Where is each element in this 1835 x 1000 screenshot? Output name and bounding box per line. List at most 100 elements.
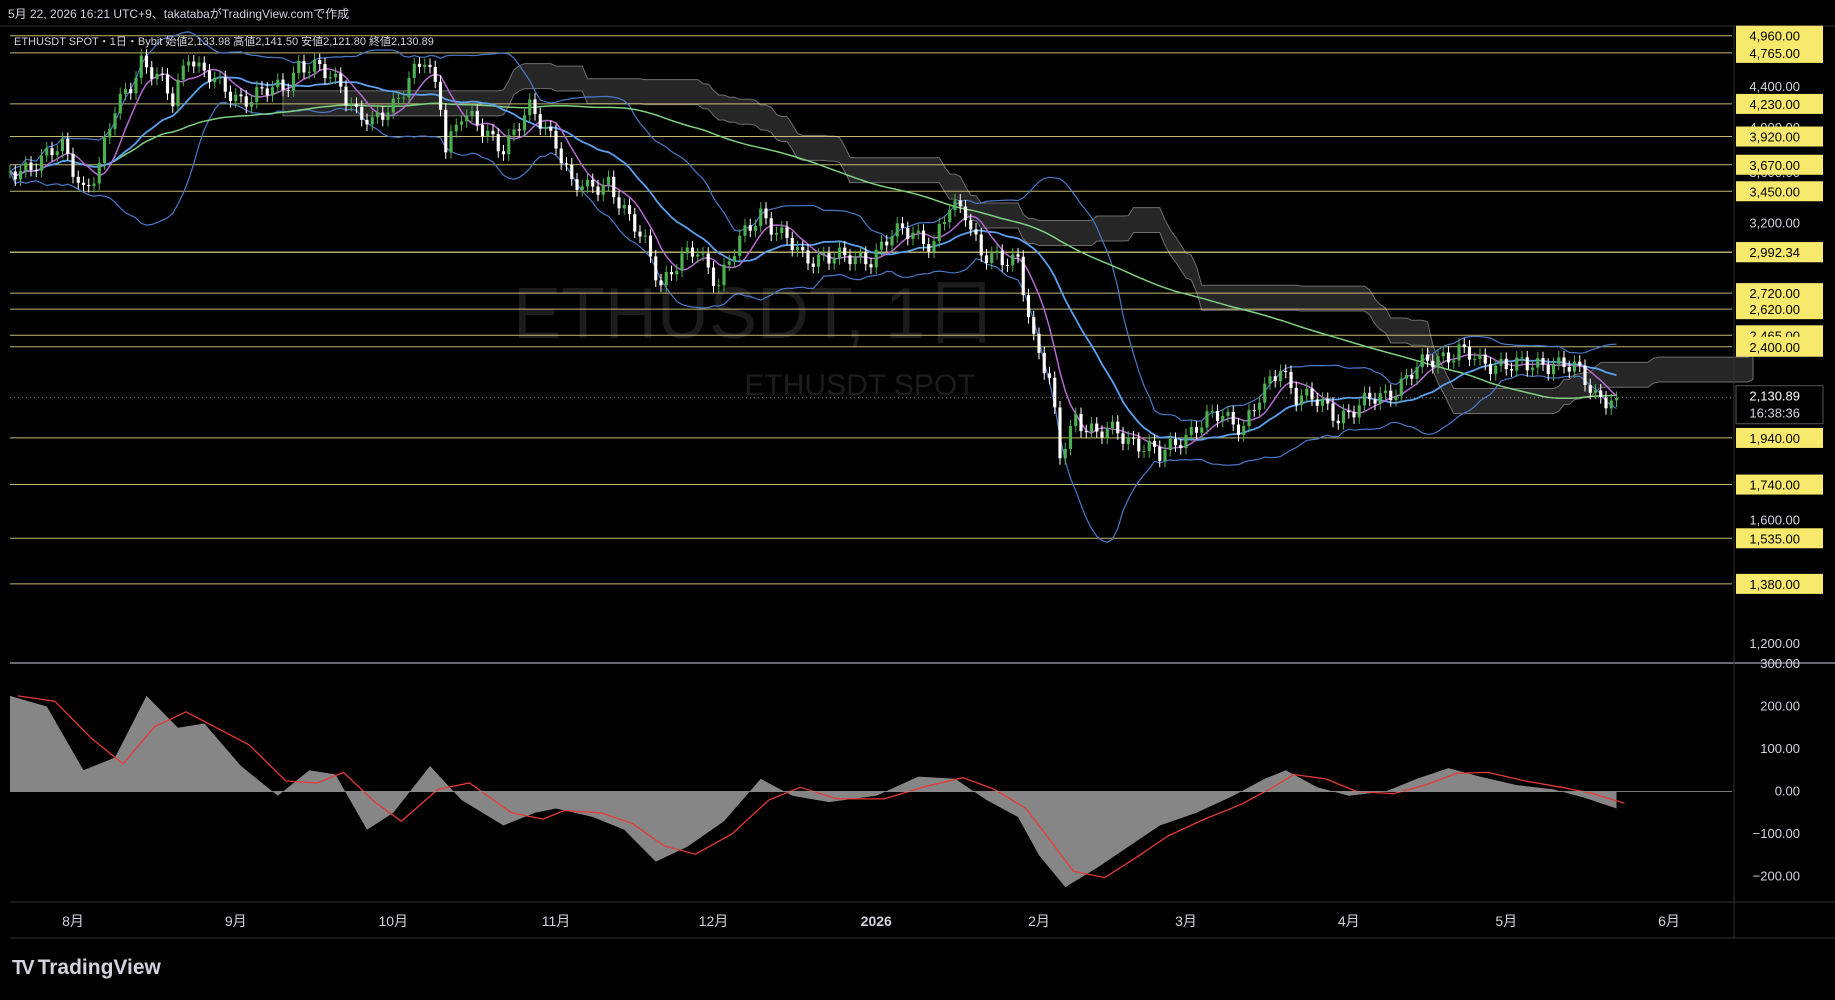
- candle-body: [1179, 445, 1183, 449]
- candle-body: [391, 98, 395, 113]
- candle-body: [323, 64, 327, 79]
- time-axis[interactable]: 8月 9月 10月 11月 12月 2026 2月 3月 4月 5月 6月: [62, 913, 1680, 929]
- candle-body: [543, 126, 548, 129]
- candle-body: [1520, 357, 1524, 359]
- candle-body: [921, 230, 926, 245]
- candle-body: [669, 271, 674, 275]
- candle-body: [711, 267, 716, 286]
- candle-body: [895, 223, 899, 237]
- candle-body: [270, 87, 275, 96]
- candle-body: [1053, 377, 1057, 408]
- level-badge-label: 4,230.00: [1749, 97, 1800, 112]
- macd-tick-label: 300.00: [1760, 656, 1800, 671]
- candle-body: [433, 67, 437, 82]
- candle-body: [1131, 437, 1136, 439]
- candle-body: [1037, 333, 1041, 353]
- price-tick-label: 1,200.00: [1749, 636, 1800, 651]
- candle-body: [265, 88, 269, 96]
- candle-body: [1499, 358, 1503, 366]
- candle-body: [738, 235, 742, 256]
- candle-body: [223, 77, 227, 92]
- candle-body: [790, 238, 794, 251]
- candle-body: [643, 235, 647, 237]
- candle-body: [1095, 423, 1099, 432]
- candle-body: [638, 231, 642, 237]
- candle-body: [769, 218, 773, 235]
- candle-body: [1572, 361, 1577, 372]
- candle-body: [1268, 376, 1272, 384]
- candle-body: [1567, 366, 1571, 372]
- candle-body: [1068, 425, 1073, 450]
- candle-body: [654, 256, 658, 281]
- candle-body: [780, 227, 784, 234]
- candle-body: [606, 176, 611, 185]
- candle-body: [1488, 363, 1493, 375]
- time-tick-label: 2月: [1028, 913, 1050, 929]
- candle-body: [1399, 378, 1403, 396]
- price-axis[interactable]: 4,400.004,000.003,600.003,200.001,600.00…: [10, 25, 1824, 884]
- level-badge-label: 1,380.00: [1749, 577, 1800, 592]
- candle-body: [1263, 383, 1267, 403]
- candle-body: [1341, 410, 1346, 424]
- candle-body: [911, 232, 915, 239]
- candle-body: [1368, 392, 1372, 400]
- candle-body: [963, 206, 968, 221]
- watermark-symbol: ETHUSDT, 1日: [513, 274, 997, 354]
- candle-body: [365, 119, 369, 125]
- candle-body: [675, 270, 679, 275]
- tradingview-logo[interactable]: TV TradingView: [12, 956, 161, 980]
- candle-body: [286, 89, 290, 91]
- candle-body: [853, 257, 857, 265]
- candle-body: [596, 186, 600, 195]
- candle-body: [218, 77, 222, 79]
- time-tick-label: 3月: [1175, 913, 1197, 929]
- candle-body: [1525, 357, 1529, 371]
- level-badge-label: 2,620.00: [1749, 302, 1800, 317]
- candle-body: [470, 110, 474, 116]
- candle-body: [974, 229, 978, 235]
- candle-body: [1315, 399, 1319, 406]
- time-tick-label: 5月: [1495, 913, 1517, 929]
- candle-body: [1588, 384, 1592, 393]
- candle-body: [1305, 388, 1309, 396]
- candle-body: [580, 186, 584, 190]
- candle-body: [1415, 367, 1419, 379]
- bollinger-upper: [9, 31, 1617, 422]
- candle-body: [239, 94, 243, 97]
- candle-body: [1016, 254, 1020, 257]
- candle-body: [942, 221, 947, 224]
- chart-canvas[interactable]: ETHUSDT, 1日ETHUSDT SPOT 4,400.004,000.00…: [0, 0, 1835, 1000]
- candle-body: [1026, 295, 1031, 318]
- candle-body: [1326, 398, 1330, 404]
- candle-body: [1126, 437, 1130, 444]
- candle-body: [1425, 354, 1430, 361]
- candle-body: [1614, 397, 1619, 401]
- candle-body: [1105, 428, 1109, 438]
- candle-body: [664, 271, 668, 286]
- candle-body: [858, 252, 863, 258]
- candle-body: [1473, 358, 1477, 360]
- candle-body: [743, 225, 747, 236]
- candle-body: [953, 200, 957, 211]
- candle-body: [1047, 373, 1052, 378]
- candle-body: [874, 249, 878, 268]
- candle-body: [507, 135, 511, 155]
- candle-body: [307, 71, 311, 73]
- candle-body: [297, 61, 301, 73]
- tradingview-logo-icon: TV: [12, 956, 34, 979]
- candle-body: [1284, 370, 1288, 372]
- candle-body: [1194, 426, 1199, 433]
- time-tick-label: 10月: [378, 913, 408, 929]
- candle-body: [1557, 357, 1561, 364]
- candle-body: [192, 61, 196, 67]
- candle-body: [1378, 393, 1382, 404]
- candle-body: [139, 55, 143, 78]
- candle-body: [522, 115, 527, 131]
- candle-body: [71, 153, 75, 177]
- price-tick-label: 1,600.00: [1749, 512, 1800, 527]
- candle-body: [29, 162, 33, 170]
- candle-body: [1011, 254, 1015, 266]
- candle-body: [1320, 398, 1325, 406]
- candle-body: [8, 171, 12, 173]
- candle-body: [706, 253, 710, 268]
